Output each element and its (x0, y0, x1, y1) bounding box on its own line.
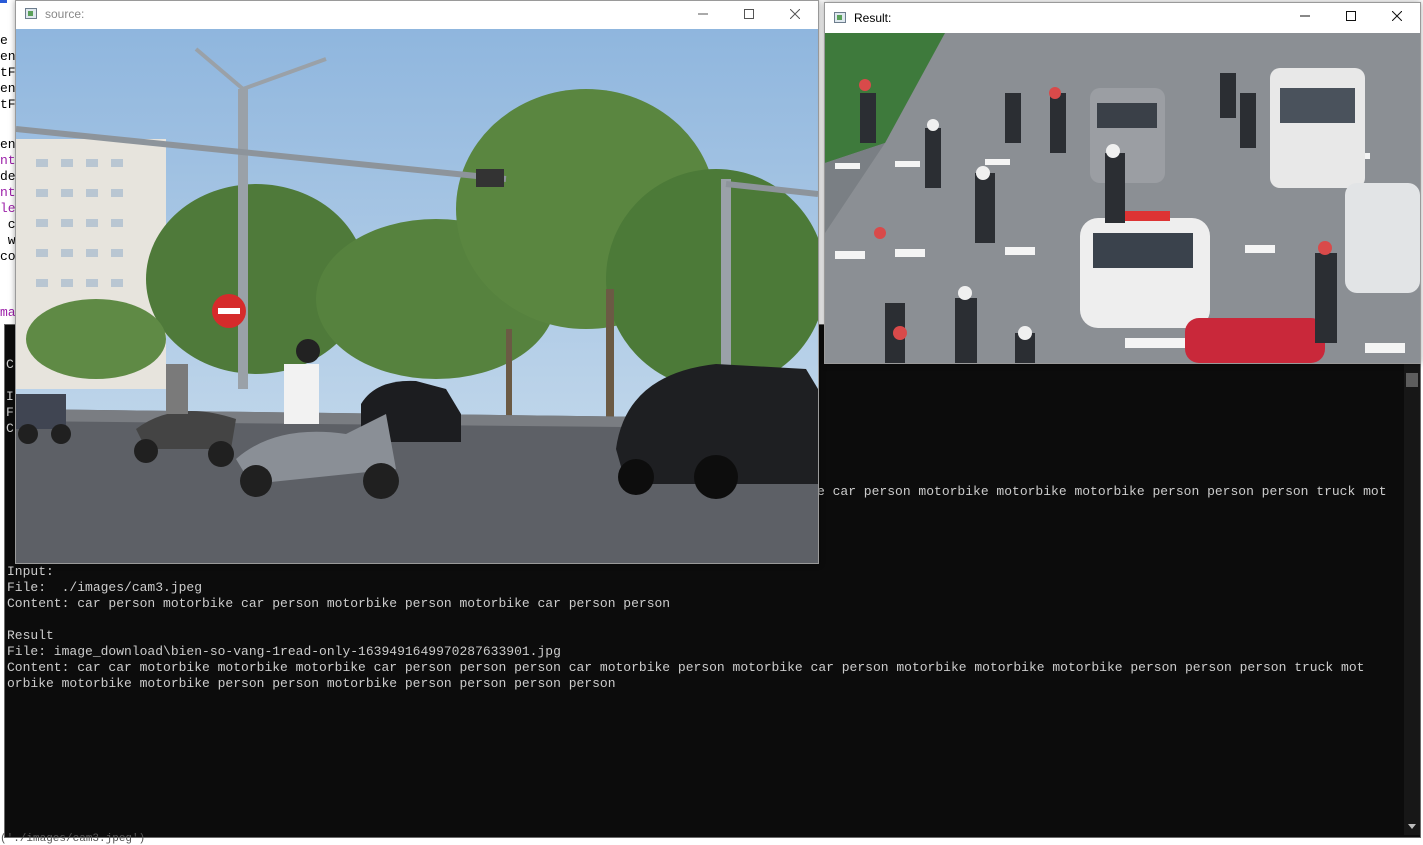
editor-line: co (0, 249, 16, 264)
editor-marker (0, 0, 7, 3)
source-image (16, 29, 818, 563)
margin-glyph: I (6, 389, 14, 404)
editor-line: en (0, 137, 16, 152)
console-line: File: image_download\bien-so-vang-1read-… (7, 644, 561, 659)
source-window-title: source: (45, 7, 85, 21)
console-line: Content: car person motorbike car person… (7, 596, 671, 611)
source-window[interactable]: source: (15, 0, 819, 564)
editor-line: tF (0, 97, 16, 112)
scroll-thumb[interactable] (1406, 373, 1418, 387)
window-app-icon (834, 12, 846, 23)
editor-line: tF (0, 65, 16, 80)
result-window-title: Result: (854, 11, 892, 25)
editor-line: nt (0, 153, 16, 168)
maximize-button[interactable] (726, 1, 772, 29)
console-line: orbike motorbike motorbike person person… (7, 676, 616, 691)
result-window[interactable]: Result: (824, 2, 1421, 364)
result-image (825, 33, 1420, 363)
traffic-scene-image (825, 33, 1420, 363)
close-button[interactable] (1374, 3, 1420, 33)
editor-line: c (0, 217, 16, 232)
console-line: Result (7, 628, 54, 643)
console-line: Content: car car motorbike motorbike mot… (7, 660, 1365, 675)
result-titlebar[interactable]: Result: (825, 3, 1420, 33)
close-icon (789, 8, 801, 20)
window-app-icon (25, 8, 37, 19)
console-scrollbar[interactable] (1404, 353, 1420, 835)
editor-line: de (0, 169, 16, 184)
editor-footer-fragment: ('./images/cam3.jpeg') (0, 833, 146, 845)
close-button[interactable] (772, 1, 818, 29)
console-line: Input: (7, 564, 54, 579)
minimize-icon (698, 13, 708, 15)
editor-line: en (0, 81, 16, 96)
editor-line: w (0, 233, 16, 248)
editor-line: ma (0, 305, 16, 320)
minimize-button[interactable] (680, 1, 726, 29)
console-line: File: ./images/cam3.jpeg (7, 580, 203, 595)
minimize-icon (1300, 15, 1310, 17)
close-icon (1391, 10, 1403, 22)
maximize-button[interactable] (1328, 3, 1374, 33)
console-wrapped-line: e car person motorbike motorbike motorbi… (817, 484, 1387, 499)
margin-glyph: C (6, 421, 14, 436)
editor-line: en (0, 49, 16, 64)
scroll-down-icon[interactable] (1408, 824, 1416, 829)
source-titlebar[interactable]: source: (16, 1, 818, 29)
editor-line: nt (0, 185, 16, 200)
editor-line: le (0, 201, 16, 216)
console-left-margin: C I F C (6, 357, 14, 437)
maximize-icon (744, 9, 754, 19)
editor-line: e (0, 33, 8, 48)
minimize-button[interactable] (1282, 3, 1328, 33)
margin-glyph: C (6, 357, 14, 372)
maximize-icon (1346, 11, 1356, 21)
street-scene-image (16, 29, 818, 563)
margin-glyph: F (6, 405, 14, 420)
